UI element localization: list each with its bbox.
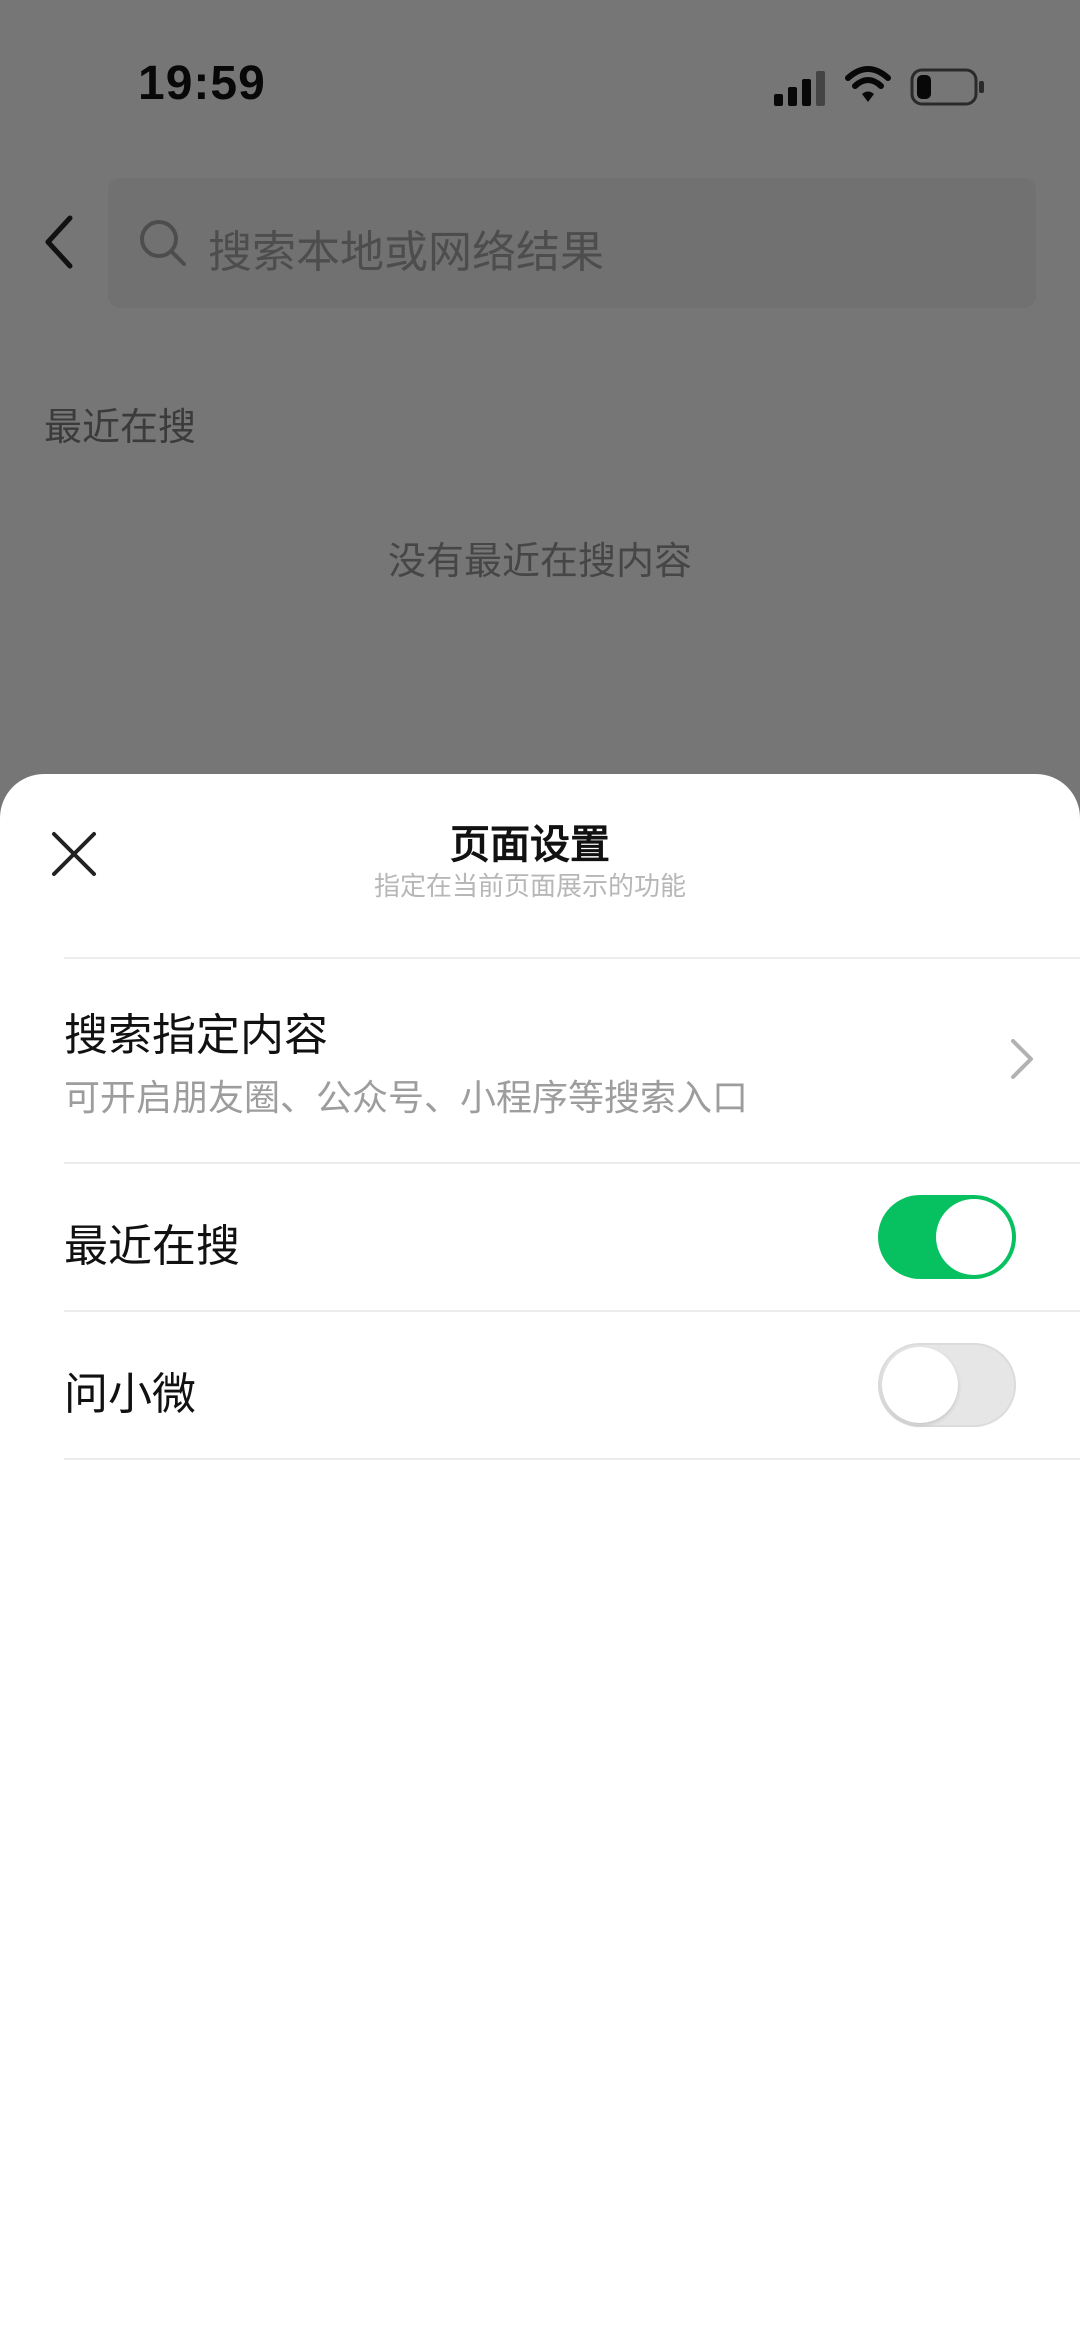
row-description: 可开启朋友圈、公众号、小程序等搜索入口 [64, 1078, 749, 1119]
row-title: 搜索指定内容 [64, 1010, 328, 1061]
divider [64, 1458, 1080, 1460]
recent-search-toggle[interactable] [878, 1195, 1016, 1279]
search-content-row[interactable]: 搜索指定内容 可开启朋友圈、公众号、小程序等搜索入口 [0, 959, 1080, 1162]
toggle-knob [936, 1199, 1012, 1275]
ask-xiaowei-row: 问小微 [0, 1312, 1080, 1458]
chevron-right-icon [1011, 1039, 1033, 1079]
sheet-subtitle: 指定在当前页面展示的功能 [373, 872, 686, 902]
page-settings-sheet: 页面设置 指定在当前页面展示的功能 搜索指定内容 可开启朋友圈、公众号、小程序等… [0, 774, 1080, 2348]
row-title: 最近在搜 [64, 1221, 240, 1272]
ask-xiaowei-toggle[interactable] [878, 1343, 1016, 1427]
toggle-knob [882, 1347, 958, 1423]
sheet-title: 页面设置 [450, 822, 610, 868]
recent-search-row: 最近在搜 [0, 1164, 1080, 1310]
row-title: 问小微 [64, 1369, 196, 1420]
